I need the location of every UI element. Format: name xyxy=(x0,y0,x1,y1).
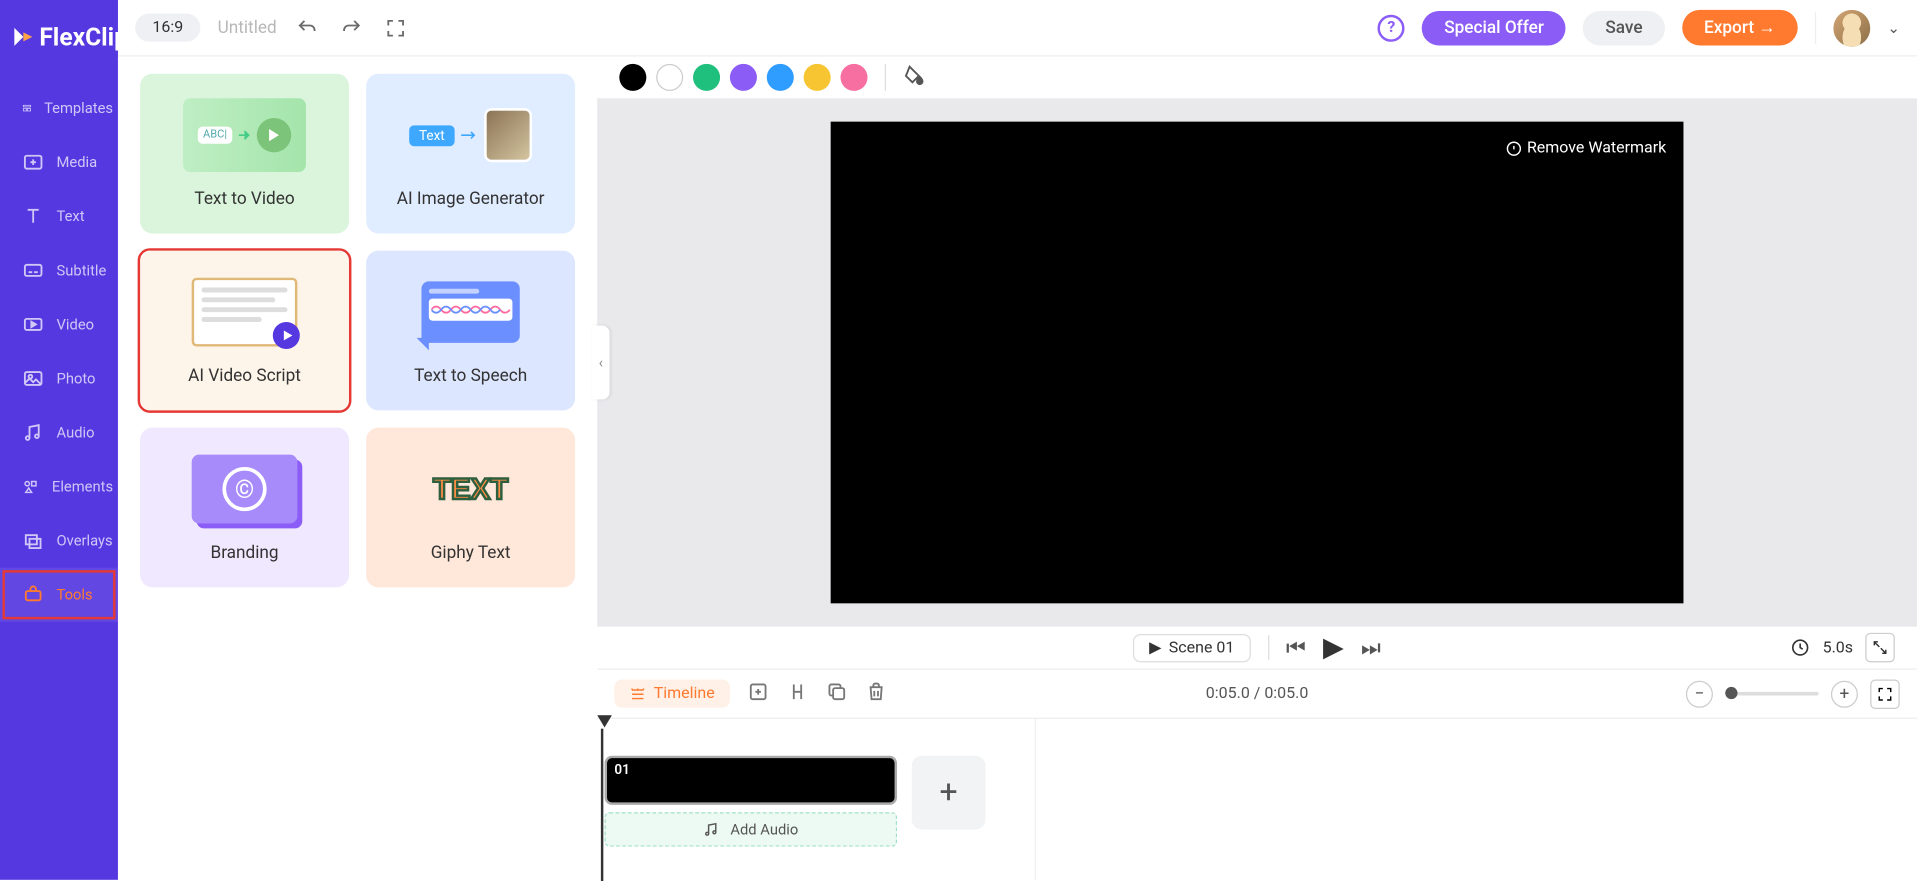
remove-watermark-button[interactable]: Remove Watermark xyxy=(1505,139,1666,157)
redo-button[interactable] xyxy=(338,14,365,41)
stage-wrapper: ‹ Remove Watermark xyxy=(597,98,1917,626)
tool-ai-image-generator[interactable]: Text AI Image Generator xyxy=(366,74,575,234)
duplicate-button[interactable] xyxy=(825,680,847,707)
swatch-blue[interactable] xyxy=(767,64,794,91)
sidebar-item-photo[interactable]: Photo xyxy=(0,351,118,405)
tool-text-to-video[interactable]: ABC| Text to Video xyxy=(140,74,349,234)
zoom-fit-button[interactable] xyxy=(1870,679,1899,708)
tool-text-to-speech[interactable]: Text to Speech xyxy=(366,251,575,411)
sidebar: FlexClip Templates Media Text Subtitle V… xyxy=(0,0,118,880)
timeline-area: 01 Add Audio + xyxy=(597,718,1917,880)
timeline-tab[interactable]: Timeline xyxy=(614,680,729,708)
swatch-pink[interactable] xyxy=(840,64,867,91)
fullscreen-button[interactable] xyxy=(382,14,409,41)
clock-icon xyxy=(1791,638,1811,658)
sidebar-item-overlays[interactable]: Overlays xyxy=(0,514,118,568)
sidebar-item-templates[interactable]: Templates xyxy=(0,81,118,135)
swatch-yellow[interactable] xyxy=(804,64,831,91)
swatch-white[interactable] xyxy=(656,64,683,91)
timeline-position: 0:05.0 / 0:05.0 xyxy=(1206,684,1309,702)
expand-button[interactable] xyxy=(1865,633,1894,662)
collapse-panel-button[interactable]: ‹ xyxy=(592,326,609,400)
top-toolbar: 16:9 Untitled ? Special Offer Save Expor… xyxy=(118,0,1917,57)
zoom-slider[interactable] xyxy=(1725,692,1818,696)
add-track-button[interactable] xyxy=(747,680,769,707)
delete-button[interactable] xyxy=(865,680,887,707)
sidebar-item-tools[interactable]: Tools xyxy=(0,568,118,622)
canvas-zone: ‹ Remove Watermark ▶ Scene 01 ⏮ xyxy=(597,57,1917,880)
playhead[interactable] xyxy=(597,716,612,731)
save-button[interactable]: Save xyxy=(1583,10,1664,44)
video-stage[interactable]: Remove Watermark xyxy=(831,122,1684,604)
add-audio-button[interactable]: Add Audio xyxy=(605,812,897,846)
svg-text:TEXT: TEXT xyxy=(433,473,508,506)
zoom-out-button[interactable]: − xyxy=(1686,680,1713,707)
next-button[interactable]: ⏭ xyxy=(1361,635,1381,661)
timeline-toolbar: Timeline 0:05.0 / 0:05.0 − + xyxy=(597,668,1917,717)
tools-panel: ABC| Text to Video Text AI Image Generat… xyxy=(118,57,597,880)
sidebar-item-subtitle[interactable]: Subtitle xyxy=(0,243,118,297)
sidebar-item-elements[interactable]: Elements xyxy=(0,460,118,514)
chevron-down-icon[interactable]: ⌄ xyxy=(1887,19,1899,36)
logo[interactable]: FlexClip xyxy=(0,15,118,81)
user-avatar[interactable] xyxy=(1833,9,1870,46)
duration-label: 5.0s xyxy=(1823,638,1853,656)
tool-branding[interactable]: © Branding xyxy=(140,428,349,588)
aspect-ratio-pill[interactable]: 16:9 xyxy=(135,14,200,42)
swatch-green[interactable] xyxy=(693,64,720,91)
sidebar-item-video[interactable]: Video xyxy=(0,297,118,351)
play-scene-button[interactable]: ▶ Scene 01 xyxy=(1133,633,1250,661)
tool-ai-video-script[interactable]: AI Video Script xyxy=(140,251,349,411)
zoom-in-button[interactable]: + xyxy=(1831,680,1858,707)
project-title[interactable]: Untitled xyxy=(218,18,277,38)
play-icon: ▶ xyxy=(1149,638,1161,656)
undo-button[interactable] xyxy=(294,14,321,41)
music-icon xyxy=(703,821,720,838)
prev-button[interactable]: ⏮ xyxy=(1286,635,1306,661)
tool-giphy-text[interactable]: TEXT Giphy Text xyxy=(366,428,575,588)
paint-bucket-icon[interactable] xyxy=(903,63,925,91)
sidebar-item-audio[interactable]: Audio xyxy=(0,406,118,460)
special-offer-button[interactable]: Special Offer xyxy=(1422,10,1566,44)
swatch-black[interactable] xyxy=(619,64,646,91)
add-scene-button[interactable]: + xyxy=(912,756,986,830)
export-button[interactable]: Export → xyxy=(1682,10,1798,46)
playback-controls: ▶ Scene 01 ⏮ ▶ ⏭ 5.0s xyxy=(597,627,1917,669)
split-button[interactable] xyxy=(786,680,808,707)
play-button[interactable]: ▶ xyxy=(1323,632,1344,663)
help-button[interactable]: ? xyxy=(1378,14,1405,41)
sidebar-item-media[interactable]: Media xyxy=(0,135,118,189)
swatch-purple[interactable] xyxy=(730,64,757,91)
timeline-clip[interactable]: 01 xyxy=(605,756,897,805)
color-swatches xyxy=(597,57,1917,99)
sidebar-item-text[interactable]: Text xyxy=(0,189,118,243)
